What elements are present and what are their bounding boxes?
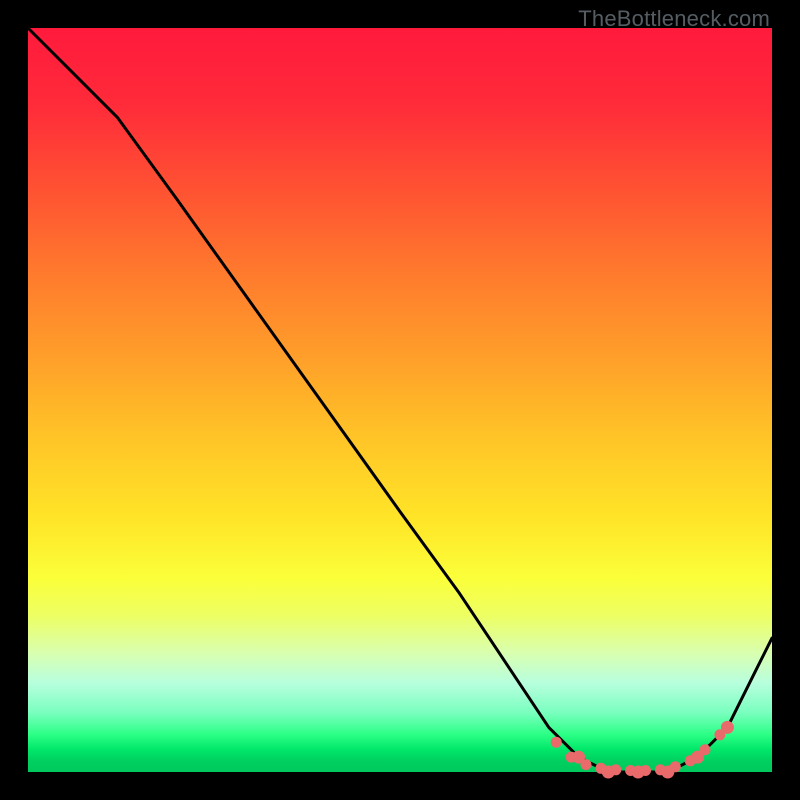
curve-line xyxy=(28,28,772,772)
curve-markers xyxy=(551,721,734,779)
chart-frame: TheBottleneck.com xyxy=(0,0,800,800)
plot-area xyxy=(28,28,772,772)
curve-svg xyxy=(28,28,772,772)
